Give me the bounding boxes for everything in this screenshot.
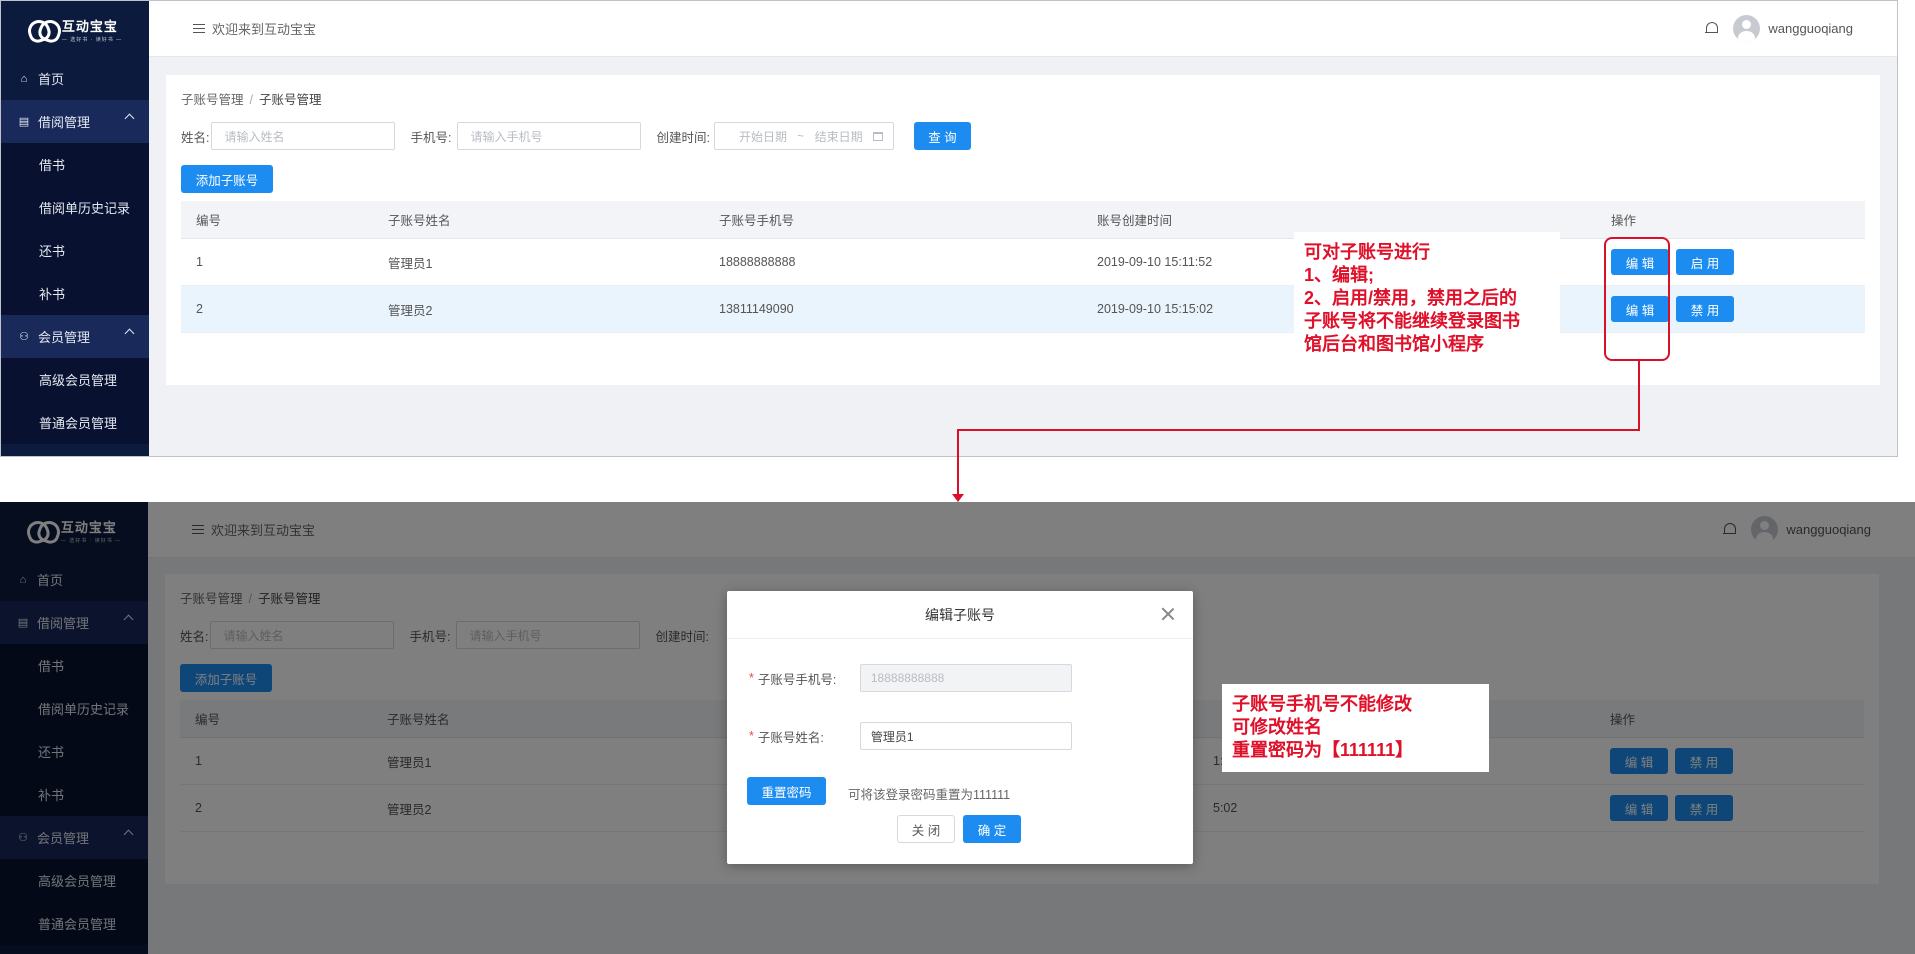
annotation-line: 可修改姓名 — [1232, 717, 1322, 737]
cell-created: 2019-09-10 15:15:02 — [1097, 302, 1214, 316]
breadcrumb-separator: / — [249, 93, 253, 107]
phone-search-input[interactable]: 请输入手机号 — [457, 122, 642, 150]
logo-icon — [28, 17, 58, 41]
chevron-up-icon — [124, 328, 135, 339]
breadcrumb-current: 子账号管理 — [259, 93, 322, 107]
annotation-line: 2、启用/禁用，禁用之后的 — [1304, 288, 1518, 308]
sidebar-item-regular-members[interactable]: 普通会员管理 — [1, 401, 149, 444]
sidebar-item-label: 会员管理 — [38, 330, 91, 345]
highlight-box — [1604, 237, 1670, 361]
avatar[interactable] — [1733, 15, 1761, 42]
created-filter-label: 创建时间: — [656, 130, 710, 145]
bell-icon[interactable] — [1705, 21, 1719, 36]
name-field[interactable]: 管理员1 — [859, 722, 1072, 750]
close-button[interactable]: 关 闭 — [897, 815, 955, 843]
close-icon[interactable] — [1161, 607, 1175, 621]
cell-phone: 13811149090 — [719, 302, 794, 316]
name-form-row: * 子账号姓名: 管理员1 — [749, 722, 1072, 750]
sidebar-group-borrow[interactable]: ▤ 借阅管理 — [1, 100, 149, 143]
cell-name: 管理员1 — [388, 256, 433, 271]
brand-logo: 互动宝宝 — 选好书 · 读好书 — — [1, 1, 149, 57]
sidebar-item-home[interactable]: ⌂ 首页 — [1, 57, 149, 100]
sidebar-item-label: 借阅单历史记录 — [39, 201, 131, 216]
sidebar-item-replace[interactable]: 补书 — [1, 272, 149, 315]
required-mark: * — [749, 729, 754, 743]
home-icon: ⌂ — [20, 72, 28, 85]
add-subaccount-button[interactable]: 添加子账号 — [181, 165, 273, 193]
sidebar-group-member[interactable]: ⚇ 会员管理 — [1, 315, 149, 358]
cell-created: 2019-09-10 15:11:52 — [1097, 255, 1213, 269]
sidebar: 互动宝宝 — 选好书 · 读好书 — ⌂ 首页 ▤ 借阅管理 借书 借阅单历史记… — [1, 1, 149, 456]
users-icon: ⚇ — [19, 331, 29, 343]
sidebar-item-label: 借阅管理 — [38, 115, 91, 130]
top-header: 欢迎来到互动宝宝 wangguoqiang — [149, 1, 1897, 57]
phone-field: 18888888888 — [859, 664, 1072, 692]
phone-field-label: 子账号手机号: — [757, 672, 837, 687]
breadcrumb: 子账号管理 / 子账号管理 — [181, 89, 322, 108]
cell-id: 1 — [196, 255, 203, 269]
name-search-input[interactable]: 请输入姓名 — [211, 122, 396, 150]
dialog-header: 编辑子账号 — [727, 591, 1193, 639]
range-separator: ~ — [797, 129, 805, 143]
phone-filter-label: 手机号: — [410, 130, 452, 145]
reset-password-button[interactable]: 重置密码 — [747, 777, 826, 805]
admin-screen-list: 互动宝宝 — 选好书 · 读好书 — ⌂ 首页 ▤ 借阅管理 借书 借阅单历史记… — [0, 0, 1898, 457]
sidebar-item-borrow-history[interactable]: 借阅单历史记录 — [1, 186, 149, 229]
breadcrumb-parent[interactable]: 子账号管理 — [181, 93, 244, 107]
header-actions: 操作 — [1611, 214, 1637, 228]
date-range-picker[interactable]: 开始日期 ~ 结束日期 — [713, 122, 894, 150]
annotation-bottom: 子账号手机号不能修改 可修改姓名 重置密码为【111111】 — [1222, 684, 1489, 772]
sidebar-item-label: 补书 — [39, 287, 66, 302]
cell-phone: 18888888888 — [719, 255, 796, 269]
edit-subaccount-dialog: 编辑子账号 * 子账号手机号: 18888888888 * 子账号姓名: 管理员… — [727, 591, 1193, 864]
brand-name: 互动宝宝 — [61, 18, 118, 34]
sidebar-item-label: 借书 — [39, 158, 66, 173]
annotation-line: 子账号手机号不能修改 — [1232, 694, 1412, 714]
annotation-line: 可对子账号进行 — [1304, 242, 1430, 262]
sidebar-item-label: 高级会员管理 — [39, 373, 118, 388]
admin-screen-edit-dialog: 互动宝宝 — 选好书 · 读好书 — ⌂ 首页 ▤ 借阅管理 借书 借阅单历史记… — [0, 502, 1915, 954]
filter-bar: 姓名: 请输入姓名 手机号: 请输入手机号 创建时间: 开始日期 ~ 结束日期 … — [181, 122, 971, 150]
enable-button[interactable]: 启 用 — [1676, 249, 1734, 275]
dialog-title: 编辑子账号 — [925, 606, 995, 623]
confirm-button[interactable]: 确 定 — [963, 815, 1021, 843]
header-id: 编号 — [196, 214, 222, 228]
sidebar-item-label: 普通会员管理 — [39, 416, 118, 431]
header-created: 账号创建时间 — [1097, 214, 1173, 228]
brand-slogan: — 选好书 · 读好书 — — [61, 36, 123, 43]
required-mark: * — [749, 671, 754, 685]
annotation-line: 1、编辑; — [1304, 265, 1375, 285]
start-date-input[interactable]: 开始日期 — [739, 128, 787, 145]
annotation-top: 可对子账号进行 1、编辑; 2、启用/禁用，禁用之后的 子账号将不能继续登录图书… — [1294, 232, 1560, 362]
name-field-label: 子账号姓名: — [757, 730, 824, 745]
sidebar-item-label: 还书 — [39, 244, 66, 259]
cell-name: 管理员2 — [388, 303, 433, 318]
book-icon: ▤ — [18, 116, 30, 128]
sidebar-item-borrow[interactable]: 借书 — [1, 143, 149, 186]
menu-icon[interactable] — [193, 23, 205, 34]
sidebar-item-premium-members[interactable]: 高级会员管理 — [1, 358, 149, 401]
table-header: 编号 子账号姓名 子账号手机号 账号创建时间 操作 — [181, 201, 1865, 239]
welcome-text: 欢迎来到互动宝宝 — [212, 22, 317, 37]
sidebar-item-label: 首页 — [38, 72, 65, 87]
header-name: 子账号姓名 — [388, 214, 451, 228]
phone-form-row: * 子账号手机号: 18888888888 — [749, 664, 1072, 692]
sidebar-item-return[interactable]: 还书 — [1, 229, 149, 272]
end-date-input[interactable]: 结束日期 — [815, 128, 863, 145]
reset-password-hint: 可将该登录密码重置为111111 — [848, 788, 1011, 802]
annotation-line: 子账号将不能继续登录图书 — [1304, 311, 1520, 331]
username[interactable]: wangguoqiang — [1768, 21, 1853, 36]
name-filter-label: 姓名: — [181, 130, 210, 145]
header-phone: 子账号手机号 — [719, 214, 795, 228]
query-button[interactable]: 查 询 — [913, 122, 971, 150]
annotation-line: 馆后台和图书馆小程序 — [1304, 334, 1484, 354]
cell-id: 2 — [196, 302, 203, 316]
chevron-up-icon — [124, 113, 135, 124]
disable-button[interactable]: 禁 用 — [1676, 296, 1734, 322]
calendar-icon — [872, 131, 883, 141]
annotation-line: 重置密码为【111111】 — [1232, 740, 1414, 760]
